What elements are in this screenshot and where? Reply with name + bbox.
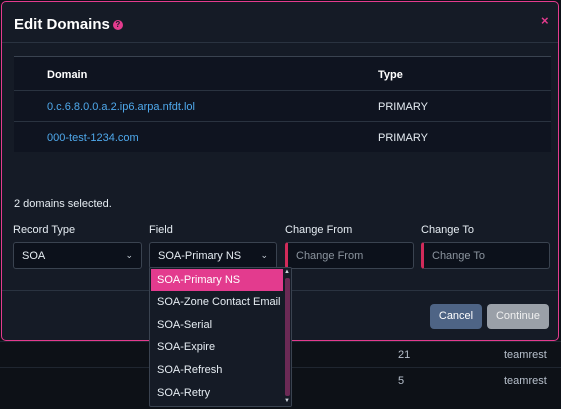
continue-button[interactable]: Continue bbox=[487, 304, 549, 329]
record-type-select[interactable]: SOA ⌄ bbox=[13, 242, 142, 269]
help-icon[interactable]: ? bbox=[112, 20, 123, 31]
modal-title-text: Edit Domains bbox=[14, 16, 110, 33]
record-type-value: SOA bbox=[22, 250, 46, 262]
cancel-button[interactable]: Cancel bbox=[430, 304, 482, 329]
change-from-label: Change From bbox=[285, 224, 353, 236]
chevron-down-icon: ⌄ bbox=[125, 250, 133, 260]
domain-type: PRIMARY bbox=[378, 132, 428, 144]
field-value: SOA-Primary NS bbox=[158, 250, 242, 262]
dropdown-option-zone-contact-email[interactable]: SOA-Zone Contact Email bbox=[151, 291, 283, 313]
owner-name: teamrest bbox=[504, 375, 547, 387]
column-header-domain: Domain bbox=[47, 69, 88, 81]
table-row: 0.c.6.8.0.0.a.2.ip6.arpa.nfdt.lol PRIMAR… bbox=[14, 90, 551, 121]
change-to-label: Change To bbox=[421, 224, 475, 236]
scrollbar-thumb[interactable] bbox=[285, 278, 290, 396]
dropdown-option-primary-ns[interactable]: SOA-Primary NS bbox=[151, 269, 283, 291]
domain-type: PRIMARY bbox=[378, 101, 428, 113]
change-to-input[interactable] bbox=[421, 242, 550, 269]
dropdown-option-retry[interactable]: SOA-Retry bbox=[151, 382, 283, 404]
dropdown-option-refresh[interactable]: SOA-Refresh bbox=[151, 359, 283, 381]
record-count: 5 bbox=[398, 375, 405, 387]
selected-count: 2 domains selected. bbox=[14, 198, 112, 210]
record-count: 21 bbox=[398, 349, 411, 361]
field-select[interactable]: SOA-Primary NS ⌄ bbox=[149, 242, 277, 269]
field-dropdown-menu: SOA-Primary NS SOA-Zone Contact Email SO… bbox=[149, 267, 292, 407]
table-row: 000-test-1234.com PRIMARY bbox=[14, 121, 551, 152]
change-from-input[interactable] bbox=[285, 242, 414, 269]
close-icon[interactable]: × bbox=[541, 13, 549, 28]
column-header-type: Type bbox=[378, 69, 403, 81]
field-label: Field bbox=[149, 224, 173, 236]
record-type-label: Record Type bbox=[13, 224, 76, 236]
dropdown-option-serial[interactable]: SOA-Serial bbox=[151, 314, 283, 336]
dropdown-option-expire[interactable]: SOA-Expire bbox=[151, 336, 283, 358]
scroll-up-icon[interactable]: ▲ bbox=[284, 269, 290, 275]
domain-link[interactable]: 000-test-1234.com bbox=[47, 132, 139, 144]
domains-table: Domain Type 0.c.6.8.0.0.a.2.ip6.arpa.nfd… bbox=[14, 56, 551, 152]
domain-link[interactable]: 0.c.6.8.0.0.a.2.ip6.arpa.nfdt.lol bbox=[47, 101, 195, 113]
owner-name: teamrest bbox=[504, 349, 547, 361]
divider bbox=[2, 42, 558, 43]
modal-title: Edit Domains? bbox=[14, 16, 123, 33]
dropdown-scrollbar[interactable]: ▲ ▼ bbox=[283, 268, 291, 406]
chevron-down-icon: ⌄ bbox=[260, 250, 268, 260]
scroll-down-icon[interactable]: ▼ bbox=[284, 398, 290, 404]
